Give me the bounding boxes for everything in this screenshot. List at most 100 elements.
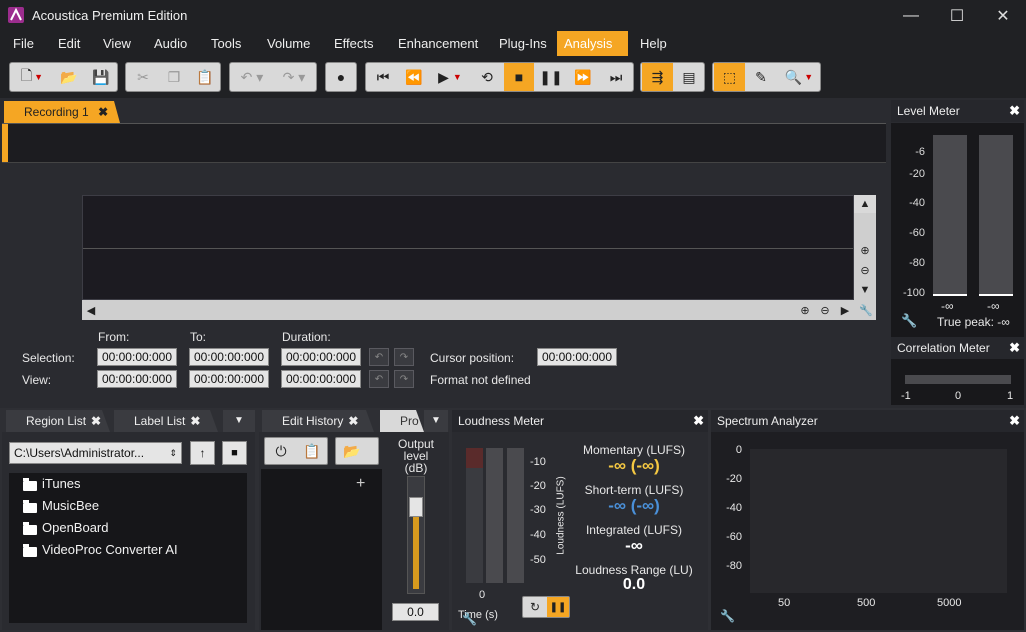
go-to-start-icon[interactable]: ⏮ (368, 63, 398, 91)
tab-region-list[interactable]: Region List ✖ (6, 410, 110, 432)
menu-effects[interactable]: Effects (327, 31, 381, 56)
horizontal-scrollbar[interactable]: ◀ ⊕ ⊖ ▶ 🔧 (82, 300, 876, 320)
close-spectrum-analyzer-icon[interactable]: ✖ (1009, 410, 1020, 432)
loop-icon[interactable]: ⟲ (472, 63, 502, 91)
output-level-slider[interactable] (407, 476, 425, 594)
cursor-position-field[interactable]: 00:00:00:000 (537, 348, 617, 366)
clipboard-icon[interactable]: 📋 (297, 438, 327, 464)
loudness-range-value: 0.0 (622, 576, 646, 593)
loudness-tick: -30 (530, 504, 546, 516)
pause-icon[interactable]: ❚❚ (536, 63, 566, 91)
menu-plugins[interactable]: Plug-Ins (492, 31, 554, 56)
go-to-end-icon[interactable]: ⏭ (600, 63, 632, 91)
scroll-left-icon[interactable]: ◀ (82, 300, 100, 320)
wrench-icon[interactable]: 🔧 (856, 300, 876, 320)
selection-from-field[interactable]: 00:00:00:000 (97, 348, 177, 366)
folder-item-openboard[interactable]: OpenBoard (42, 520, 109, 535)
scroll-right-icon[interactable]: ▶ (836, 300, 854, 320)
add-icon[interactable]: + (356, 475, 365, 493)
reset-icon[interactable]: ↻ (523, 597, 547, 617)
level-meter-wrench-icon[interactable]: 🔧 (901, 313, 917, 329)
output-level-value[interactable]: 0.0 (392, 603, 439, 621)
region-panel-menu-icon[interactable]: ▼ (223, 410, 255, 432)
selection-to-field[interactable]: 00:00:00:000 (189, 348, 269, 366)
close-edit-history-icon[interactable]: ✖ (348, 414, 358, 428)
spectrogram-view-icon[interactable]: ▤ (674, 63, 704, 91)
menu-volume[interactable]: Volume (260, 31, 317, 56)
spectrum-wrench-icon[interactable]: 🔧 (720, 609, 735, 623)
pause-icon[interactable]: ❚❚ (547, 597, 569, 617)
zoom-tool-icon[interactable]: 🔍 ▼ (778, 63, 820, 91)
selection-redo-icon[interactable]: ↷ (394, 348, 414, 366)
menu-help[interactable]: Help (633, 31, 674, 56)
slider-thumb[interactable] (409, 497, 423, 517)
menu-analysis[interactable]: Analysis (557, 31, 628, 56)
momentary-label: Momentary (LUFS) (582, 443, 686, 457)
stop-icon[interactable]: ■ (504, 63, 534, 91)
open-folder-icon[interactable]: 📂 (54, 63, 84, 91)
record-icon[interactable]: ● (327, 63, 355, 91)
maximize-button[interactable]: ☐ (934, 0, 980, 31)
tab-recording[interactable]: Recording 1 ✖ (4, 101, 120, 123)
power-icon[interactable]: ⏻ (266, 438, 296, 464)
close-label-list-icon[interactable]: ✖ (190, 414, 200, 428)
close-button[interactable]: ✕ (980, 0, 1026, 31)
paste-icon[interactable]: 📋 (190, 63, 220, 91)
view-toolbar-group: ⇶ ▤ (640, 62, 705, 92)
menu-enhancement[interactable]: Enhancement (391, 31, 485, 56)
view-redo-icon[interactable]: ↷ (394, 370, 414, 388)
menu-file[interactable]: File (6, 31, 41, 56)
zoom-in-vertical-icon[interactable]: ⊕ (854, 241, 876, 259)
spectrum-y-tick: 0 (735, 444, 742, 456)
select-tool-icon[interactable]: ⬚ (714, 63, 745, 91)
output-label-line2: level (dB) (403, 449, 429, 475)
open-folder-icon[interactable]: 📂 (337, 438, 367, 464)
overview-strip[interactable] (2, 123, 886, 163)
menu-tools[interactable]: Tools (204, 31, 248, 56)
pencil-tool-icon[interactable]: ✎ (746, 63, 776, 91)
copy-icon[interactable]: ❐ (159, 63, 189, 91)
view-duration-field[interactable]: 00:00:00:000 (281, 370, 361, 388)
minimize-button[interactable]: — (888, 0, 934, 31)
path-dropdown[interactable]: C:\Users\Administrator... ⇕ (9, 442, 182, 464)
scroll-up-icon[interactable]: ▲ (854, 195, 876, 213)
close-level-meter-icon[interactable]: ✖ (1009, 100, 1020, 122)
close-loudness-meter-icon[interactable]: ✖ (693, 410, 704, 432)
waveform-view-icon[interactable]: ⇶ (642, 63, 673, 91)
new-file-icon[interactable]: 🗋 ▼ (12, 63, 52, 91)
view-to-field[interactable]: 00:00:00:000 (189, 370, 269, 388)
scroll-down-icon[interactable]: ▼ (854, 281, 876, 299)
vertical-scrollbar[interactable]: ▲ ⊕ ⊖ ▼ (854, 195, 876, 300)
menu-audio[interactable]: Audio (147, 31, 194, 56)
browse-folder-button[interactable]: ■ (222, 441, 247, 465)
waveform-centerline (83, 248, 853, 249)
save-icon[interactable]: 💾 (86, 63, 116, 91)
cut-icon[interactable]: ✂ (128, 63, 158, 91)
folder-item-itunes[interactable]: iTunes (42, 476, 81, 491)
selection-undo-icon[interactable]: ↶ (369, 348, 389, 366)
zoom-out-vertical-icon[interactable]: ⊖ (854, 261, 876, 279)
edit-panel-menu-icon[interactable]: ▼ (424, 410, 448, 432)
parent-folder-button[interactable]: ↑ (190, 441, 215, 465)
menu-view[interactable]: View (96, 31, 138, 56)
selection-duration-field[interactable]: 00:00:00:000 (281, 348, 361, 366)
zoom-out-horizontal-icon[interactable]: ⊖ (816, 300, 834, 320)
play-icon[interactable]: ▶ ▼ (430, 63, 470, 91)
fast-forward-icon[interactable]: ⏩ (568, 63, 598, 91)
view-undo-icon[interactable]: ↶ (369, 370, 389, 388)
tab-edit-history[interactable]: Edit History ✖ (262, 410, 374, 432)
folder-item-videoproc[interactable]: VideoProc Converter AI (42, 542, 178, 557)
spectrum-plot-area[interactable] (750, 449, 1007, 593)
close-correlation-meter-icon[interactable]: ✖ (1009, 337, 1020, 359)
close-region-list-icon[interactable]: ✖ (91, 414, 101, 428)
loudness-wrench-icon[interactable]: 🔧 (462, 612, 477, 626)
undo-icon[interactable]: ↶ ▾ (232, 63, 272, 91)
zoom-in-horizontal-icon[interactable]: ⊕ (796, 300, 814, 320)
menu-edit[interactable]: Edit (51, 31, 87, 56)
redo-icon[interactable]: ↷ ▾ (274, 63, 314, 91)
rewind-icon[interactable]: ⏪ (399, 63, 429, 91)
view-from-field[interactable]: 00:00:00:000 (97, 370, 177, 388)
tab-label-list[interactable]: Label List ✖ (114, 410, 218, 432)
folder-item-musicbee[interactable]: MusicBee (42, 498, 99, 513)
close-tab-icon[interactable]: ✖ (98, 105, 108, 119)
